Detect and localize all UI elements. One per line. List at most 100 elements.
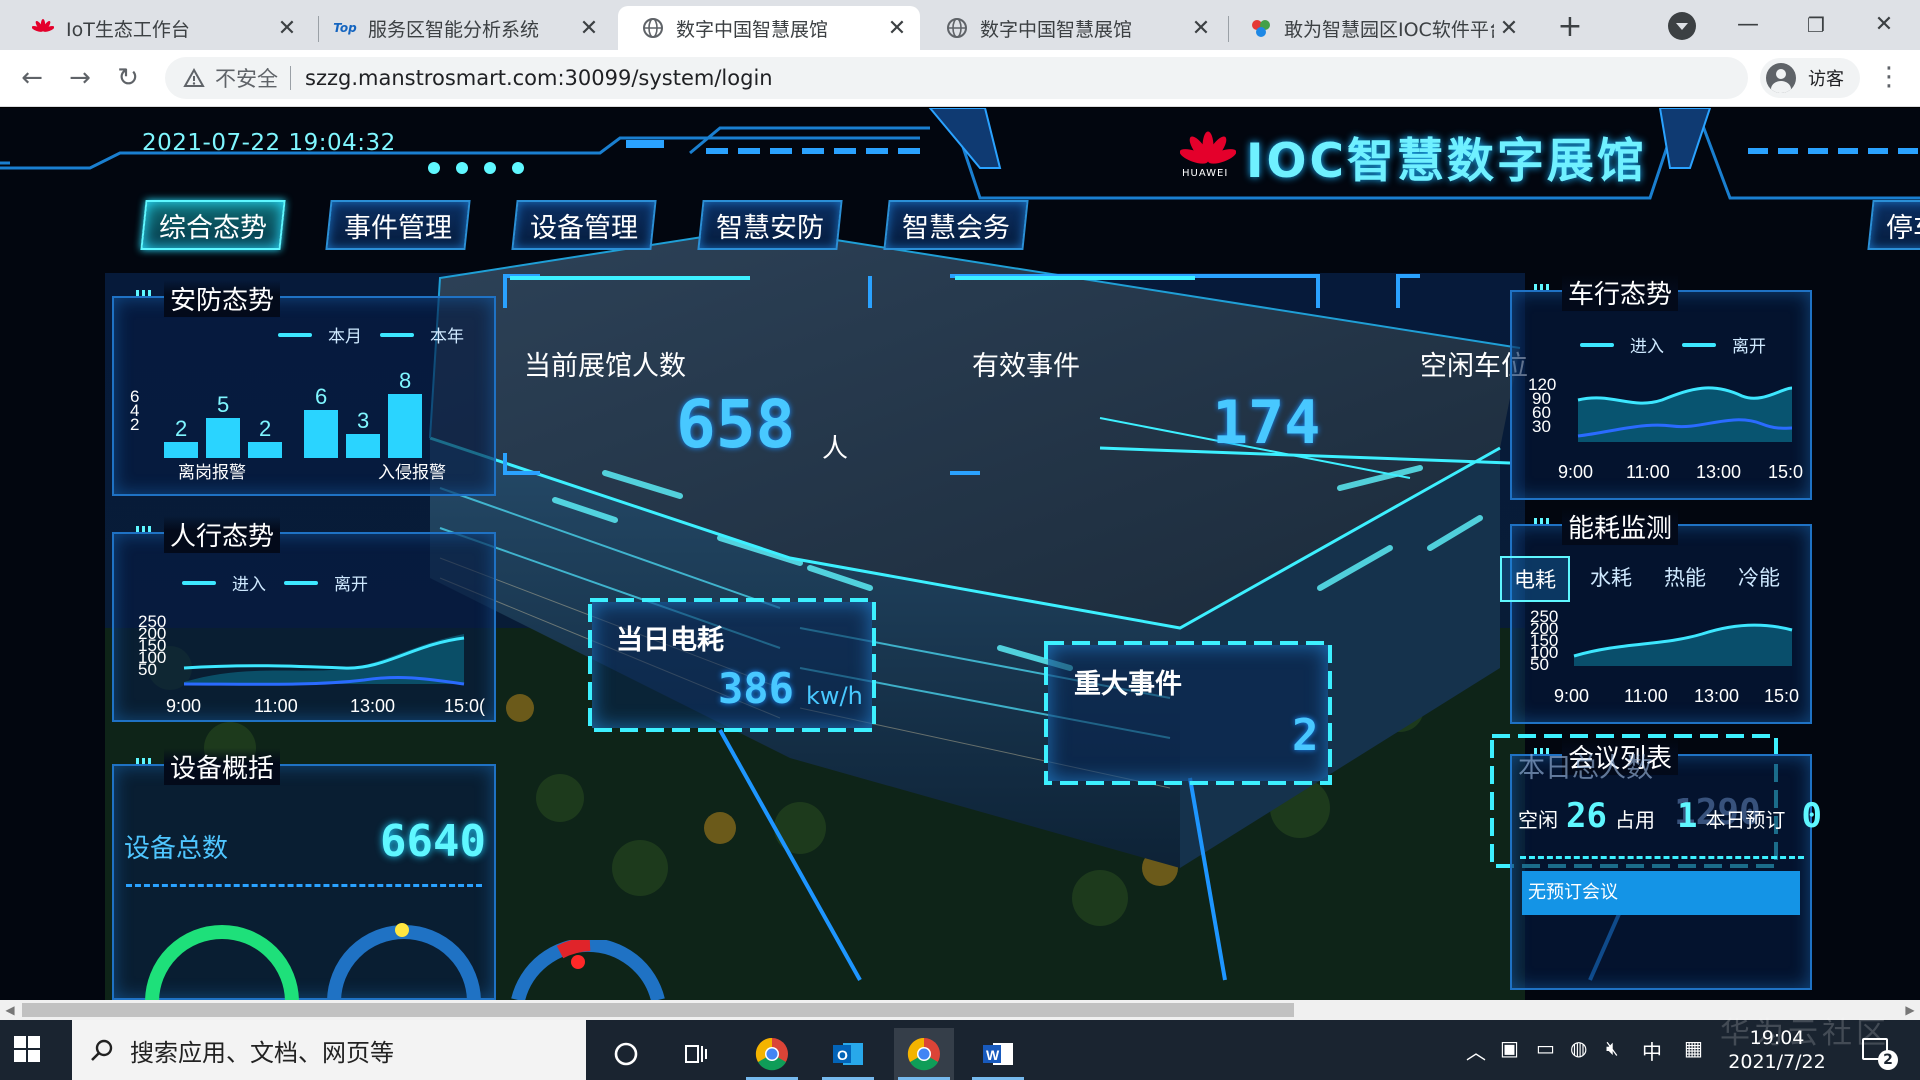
close-window-icon[interactable]: ✕ bbox=[1864, 8, 1904, 42]
taskbar-search-box[interactable]: 搜索应用、文档、网页等 bbox=[72, 1020, 586, 1080]
minimize-icon[interactable]: — bbox=[1728, 8, 1768, 42]
windows-taskbar: 搜索应用、文档、网页等 O W ︿ ▣ ▭ ◍ 🔇︎ 中 ▦ 19:04 202… bbox=[0, 1020, 1920, 1080]
used-label: 占用 bbox=[1614, 808, 1655, 832]
x-tick: 15:0 bbox=[1768, 462, 1803, 482]
pedestrian-line-chart: 250 200 150 100 50 9:00 11:00 13:00 15:0… bbox=[138, 612, 485, 716]
x-tick: 13:00 bbox=[1696, 462, 1741, 482]
events-label: 有效事件 bbox=[972, 351, 1080, 382]
bar-value-label: 3 bbox=[357, 408, 369, 433]
nav-tab-parking[interactable]: 停车 bbox=[1867, 200, 1920, 250]
nav-tab-label: 智慧安防 bbox=[716, 212, 824, 244]
forward-icon[interactable]: → bbox=[64, 62, 96, 94]
page-title: IOC智慧数字展馆 bbox=[1246, 134, 1647, 189]
horizontal-scrollbar[interactable]: ◀ ▶ bbox=[0, 1000, 1920, 1020]
brand-header: IOC智慧数字展馆 bbox=[1179, 122, 1647, 191]
nav-tab-meetings[interactable]: 智慧会务 bbox=[883, 200, 1029, 250]
scroll-right-icon[interactable]: ▶ bbox=[1900, 1000, 1920, 1020]
tab-search-icon[interactable] bbox=[1668, 12, 1696, 40]
pinwheel-icon bbox=[1250, 17, 1272, 39]
profile-button[interactable]: 访客 bbox=[1760, 58, 1860, 98]
ime-indicator[interactable]: 中 bbox=[1642, 1036, 1662, 1065]
divider bbox=[1520, 856, 1804, 859]
energy-tab-electricity[interactable]: 电耗 bbox=[1500, 556, 1570, 602]
dashboard-scene: 2021-07-22 19:04:32 IOC智慧数字展馆 HUAWEI 综合态… bbox=[0, 108, 1920, 1000]
dashboard-viewport: 2021-07-22 19:04:32 IOC智慧数字展馆 HUAWEI 综合态… bbox=[0, 108, 1920, 1000]
traffic-panel: 车行态势 进入 离开 120 90 60 30 9:00 11:00 13:00… bbox=[1510, 274, 1812, 500]
notification-count: 2 bbox=[1878, 1050, 1898, 1070]
no-meeting-row[interactable]: 无预订会议 bbox=[1522, 871, 1800, 915]
tray-app-icon[interactable]: ▣ bbox=[1500, 1036, 1519, 1060]
x-tick: 13:00 bbox=[350, 696, 395, 716]
brand-logo-text: HUAWEI bbox=[1182, 168, 1229, 179]
power-unit: kw/h bbox=[806, 682, 863, 710]
ime-mode-icon[interactable]: ▦ bbox=[1684, 1036, 1703, 1060]
nav-tab-overview[interactable]: 综合态势 bbox=[140, 200, 286, 250]
security-panel: 安防态势 本月 本年 6 4 2 252638 离岗报警 入侵报警 bbox=[112, 280, 496, 496]
outlook-icon[interactable]: O bbox=[818, 1028, 878, 1080]
security-bar bbox=[206, 418, 240, 458]
meeting-status-row: 空闲 26 占用 1 本日预订 0 bbox=[1518, 796, 1830, 836]
word-icon[interactable]: W bbox=[968, 1028, 1028, 1080]
current-datetime: 2021-07-22 19:04:32 bbox=[142, 130, 396, 156]
browser-tab-ioc-platform[interactable]: 敢为智慧园区IOC软件平台 ✕ bbox=[1226, 6, 1532, 50]
energy-tab-heat[interactable]: 热能 bbox=[1652, 556, 1718, 602]
close-tab-icon[interactable]: ✕ bbox=[1494, 16, 1524, 41]
major-events-label: 重大事件 bbox=[1074, 669, 1182, 700]
scrollbar-thumb[interactable] bbox=[22, 1003, 1294, 1017]
tab-title: 数字中国智慧展馆 bbox=[980, 18, 1133, 41]
visitor-count-label: 当前展馆人数 bbox=[524, 351, 686, 382]
svg-text:O: O bbox=[837, 1047, 848, 1063]
watermark: 华为云社区 bbox=[1720, 1016, 1890, 1051]
power-value: 386 bbox=[718, 664, 794, 713]
new-tab-icon[interactable]: + bbox=[1550, 8, 1590, 48]
search-icon bbox=[90, 1038, 114, 1062]
tray-overflow-icon[interactable]: ︿ bbox=[1466, 1036, 1486, 1065]
network-icon[interactable]: ◍ bbox=[1570, 1036, 1587, 1060]
events-value: 174 bbox=[1212, 388, 1321, 458]
x-tick: 15:0( bbox=[444, 696, 485, 716]
battery-icon[interactable]: ▭ bbox=[1536, 1036, 1555, 1060]
x-tick: 9:00 bbox=[1554, 686, 1589, 706]
energy-tab-cooling[interactable]: 冷能 bbox=[1726, 556, 1792, 602]
back-icon[interactable]: ← bbox=[16, 62, 48, 94]
nav-tab-label: 智慧会务 bbox=[902, 212, 1010, 244]
nav-tab-security[interactable]: 智慧安防 bbox=[697, 200, 843, 250]
volume-icon[interactable]: 🔇︎ bbox=[1606, 1036, 1619, 1060]
avatar-icon bbox=[1766, 63, 1796, 93]
chrome-icon[interactable] bbox=[742, 1028, 802, 1080]
reload-icon[interactable]: ↻ bbox=[112, 62, 144, 94]
nav-tab-devices[interactable]: 设备管理 bbox=[511, 200, 657, 250]
nav-tab-events[interactable]: 事件管理 bbox=[325, 200, 471, 250]
close-tab-icon[interactable]: ✕ bbox=[1186, 16, 1216, 41]
scroll-left-icon[interactable]: ◀ bbox=[0, 1000, 20, 1020]
chrome-active-icon[interactable] bbox=[894, 1028, 954, 1080]
gauge-marker bbox=[571, 955, 585, 969]
close-tab-icon[interactable]: ✕ bbox=[882, 16, 912, 41]
bar-value-label: 5 bbox=[217, 392, 229, 417]
pedestrian-panel: 人行态势 进入 离开 250 200 150 100 50 9:00 11:00… bbox=[112, 516, 496, 722]
browser-tab-service-area[interactable]: Top 服务区智能分析系统 ✕ bbox=[310, 6, 612, 50]
restore-icon[interactable]: ❐ bbox=[1796, 8, 1836, 42]
energy-tab-water[interactable]: 水耗 bbox=[1578, 556, 1644, 602]
y-tick: 2 bbox=[130, 415, 139, 434]
warning-icon bbox=[183, 67, 205, 89]
cortana-icon[interactable] bbox=[596, 1028, 656, 1080]
x-tick: 13:00 bbox=[1694, 686, 1739, 706]
close-tab-icon[interactable]: ✕ bbox=[272, 16, 302, 41]
url-text[interactable]: szzg.manstrosmart.com:30099/system/login bbox=[305, 66, 773, 90]
browser-tab-active[interactable]: 数字中国智慧展馆 ✕ bbox=[618, 6, 920, 50]
close-tab-icon[interactable]: ✕ bbox=[574, 16, 604, 41]
device-total-label: 设备总数 bbox=[124, 834, 229, 864]
browser-tab-iot[interactable]: IoT生态工作台 ✕ bbox=[8, 6, 310, 50]
browser-tab-exhibition-2[interactable]: 数字中国智慧展馆 ✕ bbox=[922, 6, 1224, 50]
gauge-alarm-arc bbox=[556, 940, 591, 959]
menu-icon[interactable]: ⋮ bbox=[1876, 62, 1902, 96]
security-bar bbox=[388, 394, 422, 458]
windows-start-icon[interactable] bbox=[14, 1036, 42, 1064]
address-bar[interactable]: 不安全 szzg.manstrosmart.com:30099/system/l… bbox=[165, 57, 1748, 99]
x-tick: 11:00 bbox=[1624, 686, 1668, 706]
used-value: 1 bbox=[1676, 796, 1698, 836]
device-gauges bbox=[145, 923, 481, 1000]
y-tick: 50 bbox=[138, 660, 157, 679]
task-view-icon[interactable] bbox=[666, 1028, 726, 1080]
